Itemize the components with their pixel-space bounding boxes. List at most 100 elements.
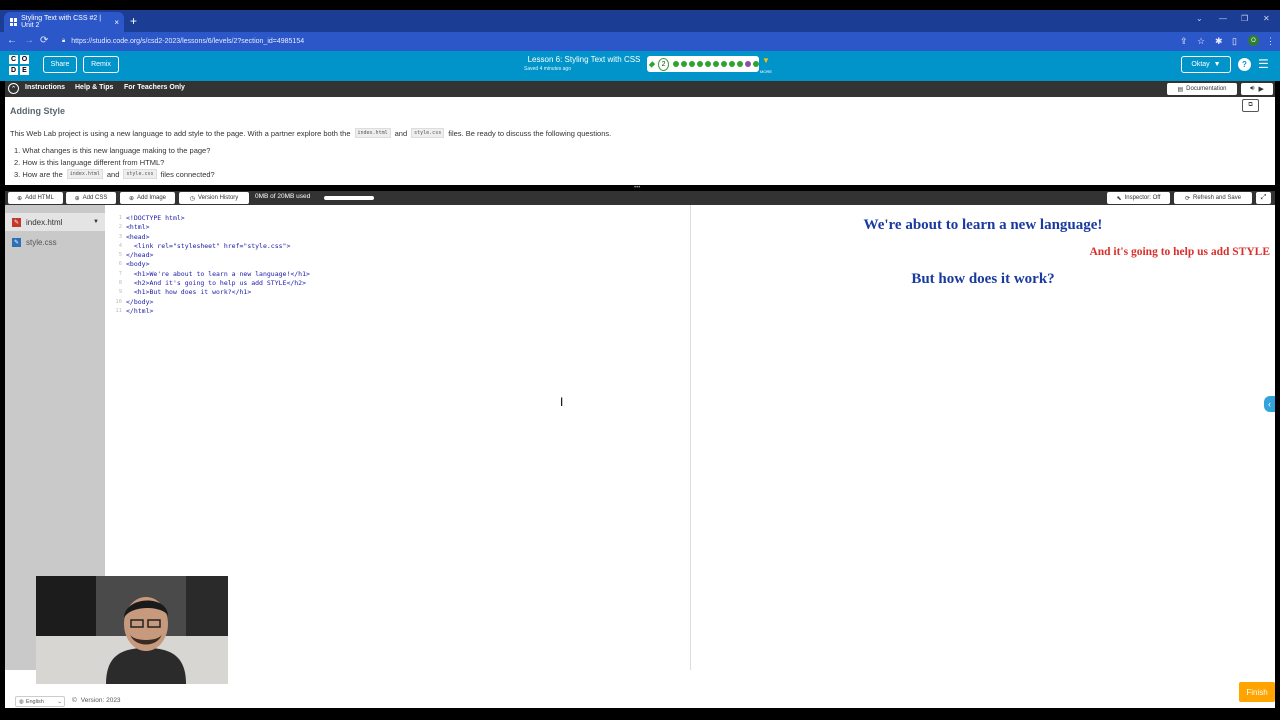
css-file-icon: ✎: [12, 237, 21, 247]
logo-letter: O: [19, 54, 30, 65]
level-dot[interactable]: [697, 61, 703, 67]
top-border: [0, 0, 1280, 10]
level-dot[interactable]: [681, 61, 687, 67]
more-chevron-icon[interactable]: ▼: [758, 56, 774, 65]
chevron-down-icon: ⌄: [57, 698, 62, 705]
code-line[interactable]: </html>: [126, 307, 310, 316]
help-icon[interactable]: ?: [1238, 58, 1251, 71]
remix-button[interactable]: Remix: [83, 56, 119, 73]
preview-heading-2: And it's going to help us add STYLE: [1089, 246, 1270, 258]
fullscreen-icon[interactable]: ⤢: [1256, 192, 1271, 204]
line-number: 9: [118, 289, 122, 296]
code-lines[interactable]: <!DOCTYPE html> <html> <head> <link rel="s…: [126, 214, 310, 316]
logo-letter: D: [8, 65, 19, 76]
level-dot[interactable]: [689, 61, 695, 67]
inspector-toggle-button[interactable]: ⬉ Inspector: Off: [1107, 192, 1170, 204]
speaker-icon[interactable]: 🔊︎: [1250, 85, 1254, 93]
storage-usage-text: 0MB of 20MB used: [255, 193, 311, 200]
plus-circle-icon: ⊕: [128, 195, 134, 202]
code-line[interactable]: <h1>But how does it work?</h1>: [126, 288, 310, 297]
button-label: Version History: [197, 195, 239, 201]
refresh-save-button[interactable]: ⟳ Refresh and Save: [1174, 192, 1252, 204]
tab-for-teachers[interactable]: For Teachers Only: [124, 84, 185, 91]
list-item: 1. What changes is this new language mak…: [14, 144, 215, 156]
current-level-bubble[interactable]: 2: [658, 57, 669, 71]
minimize-button[interactable]: —: [1219, 14, 1227, 23]
hamburger-menu-icon[interactable]: ☰: [1258, 57, 1269, 71]
collapse-chevron-icon[interactable]: ⌃: [8, 83, 19, 94]
question-text: 2. How is this language different from H…: [14, 157, 165, 167]
side-panel-chevron-icon[interactable]: ‹: [1264, 396, 1275, 412]
saved-status: Saved 4 minutes ago: [524, 66, 571, 72]
code-line[interactable]: <h2>And it's going to help us add STYLE<…: [126, 279, 310, 288]
more-label[interactable]: MORE: [758, 69, 774, 74]
code-line[interactable]: <body>: [126, 260, 310, 269]
forward-arrow-icon[interactable]: →: [24, 35, 34, 46]
finish-button[interactable]: Finish: [1239, 682, 1275, 702]
cursor-arrow-icon: ⬉: [1116, 195, 1122, 202]
add-html-button[interactable]: ⊕ Add HTML: [8, 192, 63, 204]
line-number: 5: [118, 252, 122, 259]
sidepanel-icon[interactable]: ▯: [1232, 36, 1237, 47]
code-line[interactable]: <h1>We're about to learn a new language!…: [126, 270, 310, 279]
add-css-button[interactable]: ⊕ Add CSS: [66, 192, 116, 204]
file-name: style.css: [26, 237, 57, 247]
user-menu-button[interactable]: Oktay ▼: [1181, 56, 1231, 73]
bookmark-star-icon[interactable]: ☆: [1197, 36, 1205, 47]
level-dot[interactable]: [705, 61, 711, 67]
text-to-speech-controls[interactable]: 🔊︎ ▶: [1241, 83, 1273, 95]
code-line[interactable]: </head>: [126, 251, 310, 260]
tab-instructions[interactable]: Instructions: [25, 84, 65, 91]
tab-search-icon[interactable]: ⌄: [1196, 14, 1203, 23]
browser-tab[interactable]: Styling Text with CSS #2 | Unit 2 ×: [4, 12, 124, 32]
play-icon[interactable]: ▶: [1259, 85, 1264, 93]
level-dot[interactable]: [673, 61, 679, 67]
code-org-logo[interactable]: C O D E: [8, 54, 30, 76]
add-image-button[interactable]: ⊕ Add Image: [120, 192, 175, 204]
file-item-style-css[interactable]: ✎ style.css: [5, 233, 105, 251]
inline-code: index.html: [66, 169, 103, 179]
profile-avatar[interactable]: O: [1248, 35, 1259, 46]
code-line[interactable]: <!DOCTYPE html>: [126, 214, 310, 223]
language-select[interactable]: ◍ English ⌄: [15, 696, 65, 707]
url-field[interactable]: 🔒︎ https://studio.code.org/s/csd2-2023/l…: [56, 34, 1196, 49]
level-dot[interactable]: [729, 61, 735, 67]
level-dot[interactable]: [737, 61, 743, 67]
line-number: 4: [118, 242, 122, 249]
documentation-button[interactable]: ▤ Documentation: [1167, 83, 1237, 95]
logo-letter: E: [19, 65, 30, 76]
tab-close-icon[interactable]: ×: [114, 18, 119, 27]
reload-icon[interactable]: ⟳: [40, 35, 48, 46]
file-menu-chevron-icon[interactable]: ▼: [93, 219, 99, 225]
code-line[interactable]: <head>: [126, 233, 310, 242]
button-label: Add CSS: [82, 195, 108, 201]
new-tab-button[interactable]: +: [130, 14, 137, 28]
close-window-button[interactable]: ✕: [1263, 14, 1270, 23]
file-name: index.html: [26, 217, 63, 227]
version-history-button[interactable]: ◷ Version History: [179, 192, 249, 204]
code-line[interactable]: <html>: [126, 223, 310, 232]
button-label: Refresh and Save: [1193, 195, 1242, 201]
copyright-icon: ©: [72, 697, 77, 704]
lesson-title[interactable]: Lesson 6: Styling Text with CSS: [520, 55, 648, 64]
level-dot[interactable]: [745, 61, 751, 67]
immersive-reader-icon[interactable]: ⧉: [1242, 99, 1259, 112]
inline-code: style.css: [123, 169, 157, 179]
share-page-icon[interactable]: ⇪: [1180, 36, 1188, 47]
bottom-border: [0, 708, 1280, 720]
file-item-index-html[interactable]: ✎ index.html ▼: [5, 213, 105, 231]
share-button[interactable]: Share: [43, 56, 77, 73]
back-arrow-icon[interactable]: ←: [7, 35, 17, 46]
level-dot[interactable]: [721, 61, 727, 67]
extensions-puzzle-icon[interactable]: ✱: [1215, 36, 1223, 47]
html-file-icon: ✎: [12, 217, 21, 227]
tab-help-tips[interactable]: Help & Tips: [75, 84, 113, 91]
maximize-button[interactable]: ❐: [1241, 14, 1248, 23]
code-line[interactable]: <link rel="stylesheet" href="style.css">: [126, 242, 310, 251]
intro-text: This Web Lab project is using a new lang…: [10, 128, 351, 138]
lesson-diamond-icon[interactable]: [648, 60, 656, 68]
level-dot[interactable]: [713, 61, 719, 67]
code-line[interactable]: </body>: [126, 298, 310, 307]
intro-text: and: [394, 128, 408, 138]
browser-menu-icon[interactable]: ⋮: [1266, 36, 1275, 47]
